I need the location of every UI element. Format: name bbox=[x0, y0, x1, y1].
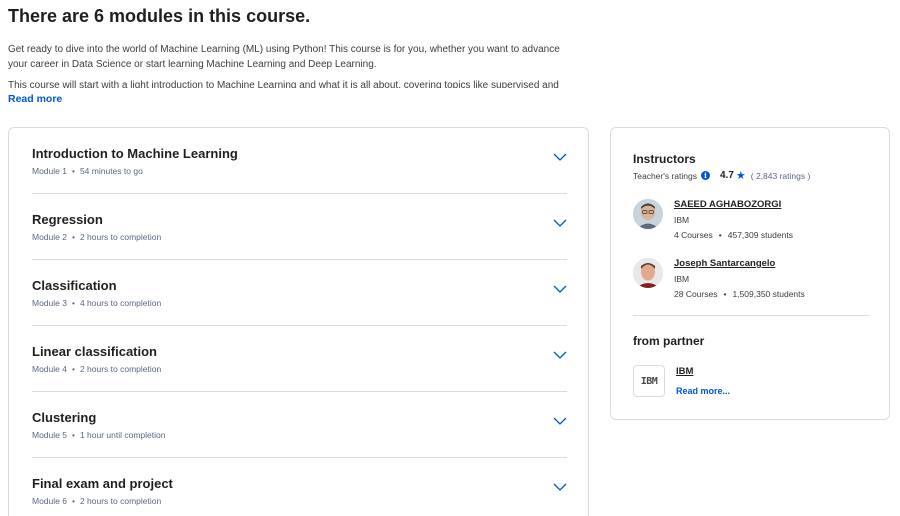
read-more-link[interactable]: Read more bbox=[8, 93, 62, 105]
module-item-2[interactable]: Regression Module 2 • 2 hours to completio… bbox=[32, 194, 567, 260]
module-title: Final exam and project bbox=[32, 476, 173, 491]
instructor-students: 1,509,350 students bbox=[732, 289, 805, 299]
module-number: Module 4 bbox=[32, 364, 67, 374]
module-number: Module 5 bbox=[32, 430, 67, 440]
instructor-name-link[interactable]: Joseph Santarcangelo bbox=[674, 258, 775, 269]
rating-count: ( 2,843 ratings ) bbox=[750, 170, 811, 181]
instructors-panel: Instructors Teacher's ratings i 4.7 ★ ( … bbox=[610, 127, 890, 420]
chevron-down-icon[interactable] bbox=[553, 152, 567, 162]
divider bbox=[633, 315, 869, 316]
modules-list: Introduction to Machine Learning Module … bbox=[8, 127, 589, 516]
instructor-courses: 28 Courses bbox=[674, 289, 718, 299]
partner-read-more-link[interactable]: Read more... bbox=[676, 386, 730, 396]
description-paragraph-2: This course will start with a light intr… bbox=[8, 80, 559, 88]
partner-logo[interactable]: IBM bbox=[633, 365, 665, 397]
page-title: There are 6 modules in this course. bbox=[8, 6, 311, 26]
avatar[interactable] bbox=[633, 199, 663, 229]
module-item-3[interactable]: Classification Module 3 • 4 hours to compl… bbox=[32, 260, 567, 326]
module-meta: Module 6 • 2 hours to completion bbox=[32, 496, 162, 506]
instructor-name-link[interactable]: SAEED AGHABOZORGI bbox=[674, 199, 781, 210]
chevron-down-icon[interactable] bbox=[553, 218, 567, 228]
module-item-5[interactable]: Clustering Module 5 • 1 hour until complet… bbox=[32, 392, 567, 458]
module-duration: 4 hours to completion bbox=[79, 298, 162, 308]
module-duration: 2 hours to completion bbox=[79, 364, 162, 374]
module-duration: 1 hour until completion bbox=[79, 430, 166, 440]
instructor-org: IBM bbox=[674, 274, 690, 284]
module-number: Module 1 bbox=[32, 166, 67, 176]
chevron-down-icon[interactable] bbox=[553, 284, 567, 294]
instructor-stats: 28 Courses • 1,509,350 students bbox=[674, 289, 805, 299]
module-title: Linear classification bbox=[32, 344, 157, 359]
module-number: Module 2 bbox=[32, 232, 67, 242]
chevron-down-icon[interactable] bbox=[553, 482, 567, 492]
instructor-stats: 4 Courses • 457,309 students bbox=[674, 230, 793, 240]
instructors-heading: Instructors bbox=[633, 152, 696, 166]
partner-heading: from partner bbox=[633, 334, 705, 348]
module-item-4[interactable]: Linear classification Module 4 • 2 hours t… bbox=[32, 326, 567, 392]
module-duration: 2 hours to completion bbox=[79, 232, 162, 242]
star-icon: ★ bbox=[735, 170, 746, 182]
description-paragraph-1: Get ready to dive into the world of Mach… bbox=[8, 44, 560, 70]
teacher-ratings: Teacher's ratings i 4.7 ★ ( 2,843 rating… bbox=[633, 169, 810, 182]
module-title: Classification bbox=[32, 278, 117, 293]
module-meta: Module 3 • 4 hours to completion bbox=[32, 298, 162, 308]
module-item-6[interactable]: Final exam and project Module 6 • 2 hours … bbox=[32, 458, 567, 516]
module-item-1[interactable]: Introduction to Machine Learning Module … bbox=[32, 128, 567, 194]
instructor-students: 457,309 students bbox=[727, 230, 793, 240]
module-duration: 2 hours to completion bbox=[79, 496, 162, 506]
chevron-down-icon[interactable] bbox=[553, 350, 567, 360]
instructor-card: Joseph Santarcangelo IBM 28 Courses • 1,50… bbox=[633, 258, 873, 308]
instructor-org: IBM bbox=[674, 215, 690, 225]
course-description: Get ready to dive into the world of Mach… bbox=[8, 42, 568, 94]
instructor-card: SAEED AGHABOZORGI IBM 4 Courses • 457,309 … bbox=[633, 199, 873, 249]
chevron-down-icon[interactable] bbox=[553, 416, 567, 426]
avatar[interactable] bbox=[633, 258, 663, 288]
module-meta: Module 1 • 54 minutes to go bbox=[32, 166, 143, 176]
info-icon[interactable]: i bbox=[701, 171, 710, 180]
rating-value: 4.7 bbox=[720, 170, 734, 181]
instructor-courses: 4 Courses bbox=[674, 230, 713, 240]
ratings-label: Teacher's ratings bbox=[633, 170, 697, 181]
module-meta: Module 4 • 2 hours to completion bbox=[32, 364, 162, 374]
module-title: Clustering bbox=[32, 410, 97, 425]
module-meta: Module 5 • 1 hour until completion bbox=[32, 430, 166, 440]
module-meta: Module 2 • 2 hours to completion bbox=[32, 232, 162, 242]
partner-name-link[interactable]: IBM bbox=[676, 366, 693, 377]
module-number: Module 3 bbox=[32, 298, 67, 308]
module-title: Introduction to Machine Learning bbox=[32, 146, 238, 161]
module-title: Regression bbox=[32, 212, 103, 227]
module-number: Module 6 bbox=[32, 496, 67, 506]
module-duration: 54 minutes to go bbox=[79, 166, 143, 176]
